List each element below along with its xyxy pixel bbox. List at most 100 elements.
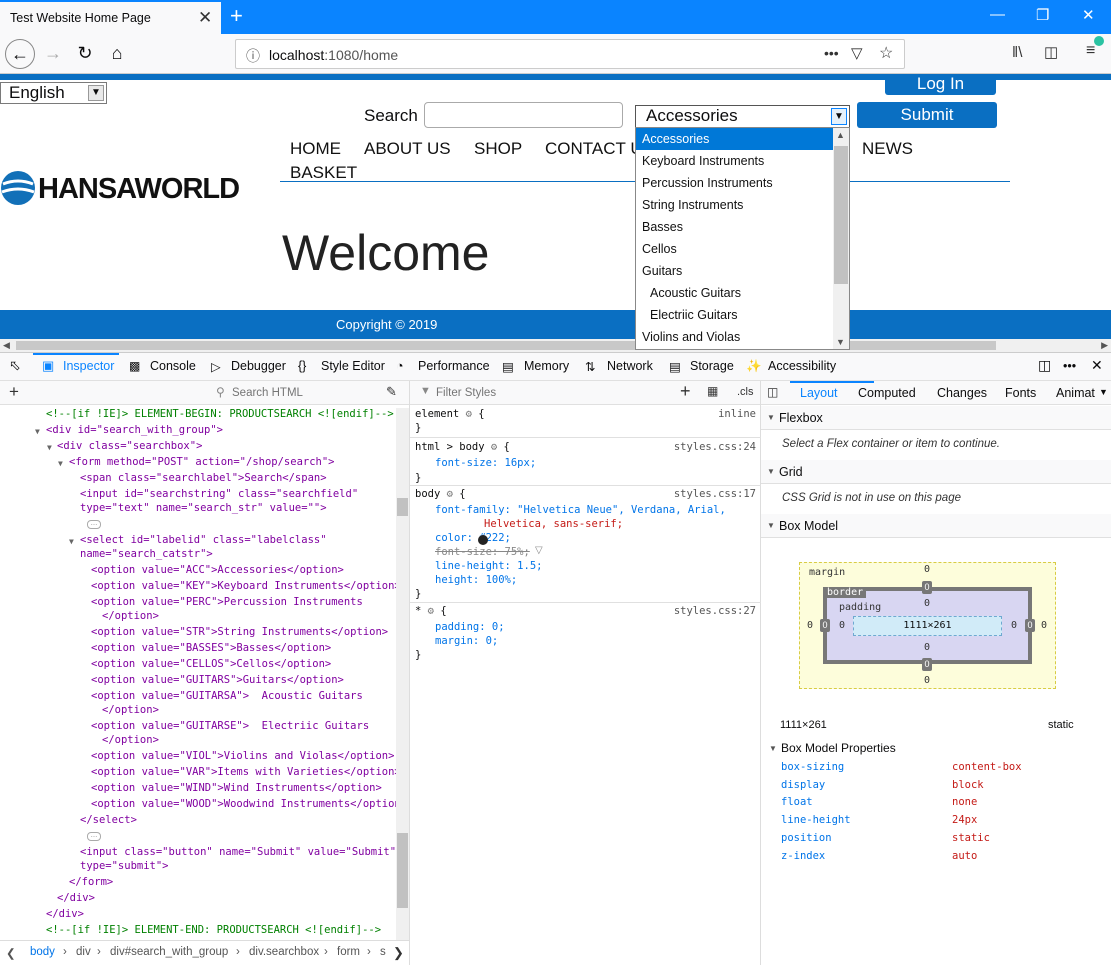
cls-button[interactable]: .cls: [737, 386, 754, 398]
address-bar[interactable]: ⓘ localhost:1080/home ••• ▽ ☆: [235, 39, 905, 69]
dropdown-scroll-thumb[interactable]: [834, 146, 848, 284]
expand-triangle-icon[interactable]: ▼: [35, 427, 40, 436]
language-select[interactable]: English ▼: [0, 82, 107, 104]
dropdown-scrollbar[interactable]: ▲ ▼: [833, 128, 849, 349]
option-accessories[interactable]: Accessories: [636, 128, 833, 150]
expand-triangle-icon[interactable]: ▼: [69, 537, 74, 546]
rule-selector[interactable]: element ⚙ {: [415, 408, 485, 420]
flexbox-header[interactable]: ▼ Flexbox: [761, 406, 1111, 430]
nav-about-us[interactable]: ABOUT US: [364, 139, 451, 159]
tab-storage[interactable]: Storage: [690, 359, 734, 373]
add-node-icon[interactable]: +: [9, 382, 19, 402]
tab-debugger[interactable]: Debugger: [231, 359, 286, 373]
breadcrumb-body[interactable]: body: [30, 946, 55, 958]
prop-value[interactable]: content-box: [952, 761, 1022, 773]
html-option-line[interactable]: <option value="VAR">Items with Varieties…: [91, 766, 401, 778]
page-horizontal-scrollbar[interactable]: ◀ ▶: [0, 339, 1111, 352]
border-top-value[interactable]: 0: [922, 581, 932, 594]
color-swatch[interactable]: [478, 535, 488, 545]
info-icon[interactable]: ⓘ: [246, 46, 260, 66]
box-model-content[interactable]: 1111×261: [853, 616, 1002, 636]
markup-scrollbar[interactable]: [396, 408, 409, 940]
toggle-sidebar-icon[interactable]: ◫: [767, 385, 778, 399]
html-line[interactable]: <div id="search_with_group">: [46, 424, 223, 436]
nav-home[interactable]: HOME: [290, 139, 341, 159]
padding-right-value[interactable]: 0: [1011, 620, 1017, 631]
prop-value[interactable]: block: [952, 779, 984, 791]
tab-style-editor[interactable]: Style Editor: [321, 359, 385, 373]
html-option-line[interactable]: <option value="STR">String Instruments</…: [91, 626, 388, 638]
html-option-line[interactable]: <option value="VIOL">Violins and Violas<…: [91, 750, 394, 762]
rule-declaration[interactable]: font-family: "Helvetica Neue", Verdana, …: [435, 504, 726, 516]
option-acoustic-guitars[interactable]: Acoustic Guitars: [636, 282, 833, 304]
margin-left-value[interactable]: 0: [807, 620, 813, 631]
rule-selector[interactable]: * ⚙ {: [415, 605, 447, 617]
browser-tab[interactable]: Test Website Home Page ✕: [0, 0, 221, 34]
close-tab-icon[interactable]: ✕: [198, 8, 212, 28]
rule-selector[interactable]: html > body ⚙ {: [415, 441, 510, 453]
expand-triangle-icon[interactable]: ▼: [58, 459, 63, 468]
html-line[interactable]: </div>: [57, 892, 95, 904]
option-string[interactable]: String Instruments: [636, 194, 833, 216]
library-icon[interactable]: ‖\: [1012, 44, 1022, 61]
tab-computed[interactable]: Computed: [858, 386, 916, 400]
html-line[interactable]: <form method="POST" action="/shop/search…: [69, 456, 335, 468]
html-option-line[interactable]: <option value="GUITARS">Guitars</option>: [91, 674, 344, 686]
chevron-down-icon[interactable]: ▼: [1099, 387, 1108, 397]
nav-basket[interactable]: BASKET: [290, 163, 357, 183]
scroll-left-icon[interactable]: ◀: [3, 340, 10, 351]
nav-news[interactable]: NEWS: [862, 139, 913, 159]
expand-triangle-icon[interactable]: ▼: [47, 443, 52, 452]
category-select[interactable]: Accessories ▼: [635, 105, 850, 128]
eyedropper-icon[interactable]: ✎: [386, 384, 397, 400]
pick-element-icon[interactable]: ⬁: [9, 357, 21, 374]
breadcrumb-div[interactable]: div: [76, 946, 91, 958]
tab-accessibility[interactable]: Accessibility: [768, 359, 836, 373]
rule-declaration[interactable]: Helvetica, sans-serif;: [484, 518, 623, 530]
rule-source[interactable]: styles.css:24: [674, 441, 756, 453]
option-keyboard[interactable]: Keyboard Instruments: [636, 150, 833, 172]
html-option-line[interactable]: <option value="GUITARSE"> Electriic Guit…: [91, 720, 369, 732]
border-right-value[interactable]: 0: [1025, 619, 1035, 632]
html-option-line[interactable]: </option>: [102, 610, 159, 622]
search-input[interactable]: [424, 102, 623, 128]
option-basses[interactable]: Basses: [636, 216, 833, 238]
bookmark-star-icon[interactable]: ☆: [879, 43, 893, 63]
tab-network[interactable]: Network: [607, 359, 653, 373]
tab-animations[interactable]: Animat: [1056, 386, 1095, 400]
html-comment-begin[interactable]: <!--[if !IE]> ELEMENT-BEGIN: PRODUCTSEAR…: [46, 408, 394, 420]
margin-right-value[interactable]: 0: [1041, 620, 1047, 631]
rule-declaration[interactable]: margin: 0;: [435, 635, 498, 647]
breadcrumb-form[interactable]: form: [337, 946, 360, 958]
tab-performance[interactable]: Performance: [418, 359, 490, 373]
login-button[interactable]: Log In: [885, 74, 996, 95]
prop-value[interactable]: static: [952, 832, 990, 844]
rule-selector[interactable]: body ⚙ {: [415, 488, 466, 500]
option-cellos[interactable]: Cellos: [636, 238, 833, 260]
more-options-icon[interactable]: •••: [1063, 359, 1076, 373]
border-left-value[interactable]: 0: [820, 619, 830, 632]
prop-value[interactable]: 24px: [952, 814, 977, 826]
minimize-icon[interactable]: —: [990, 6, 1005, 23]
html-option-line[interactable]: <option value="BASSES">Basses</option>: [91, 642, 331, 654]
padding-top-value[interactable]: 0: [924, 598, 930, 609]
rule-declaration[interactable]: line-height: 1.5;: [435, 560, 542, 572]
pocket-icon[interactable]: ▽: [851, 44, 863, 62]
html-option-line[interactable]: <option value="CELLOS">Cellos</option>: [91, 658, 331, 670]
html-option-line[interactable]: <option value="PERC">Percussion Instrume…: [91, 596, 363, 608]
margin-bottom-value[interactable]: 0: [924, 675, 930, 686]
html-line[interactable]: type="text" name="search_str" value="">: [80, 502, 327, 514]
rule-declaration[interactable]: padding: 0;: [435, 621, 505, 633]
tab-console[interactable]: Console: [150, 359, 196, 373]
html-line[interactable]: <select id="labelid" class="labelclass": [80, 534, 327, 546]
html-line[interactable]: </select>: [80, 814, 137, 826]
new-tab-button[interactable]: +: [230, 3, 243, 29]
back-icon[interactable]: ←: [5, 39, 35, 69]
dock-icon[interactable]: ◫: [1038, 357, 1051, 374]
page-actions-icon[interactable]: •••: [824, 45, 839, 61]
tab-fonts[interactable]: Fonts: [1005, 386, 1036, 400]
html-line[interactable]: <div class="searchbox">: [57, 440, 202, 452]
html-line[interactable]: <span class="searchlabel">Search</span>: [80, 472, 327, 484]
html-line[interactable]: </div>: [46, 908, 84, 920]
html-option-line[interactable]: <option value="ACC">Accessories</option>: [91, 564, 344, 576]
